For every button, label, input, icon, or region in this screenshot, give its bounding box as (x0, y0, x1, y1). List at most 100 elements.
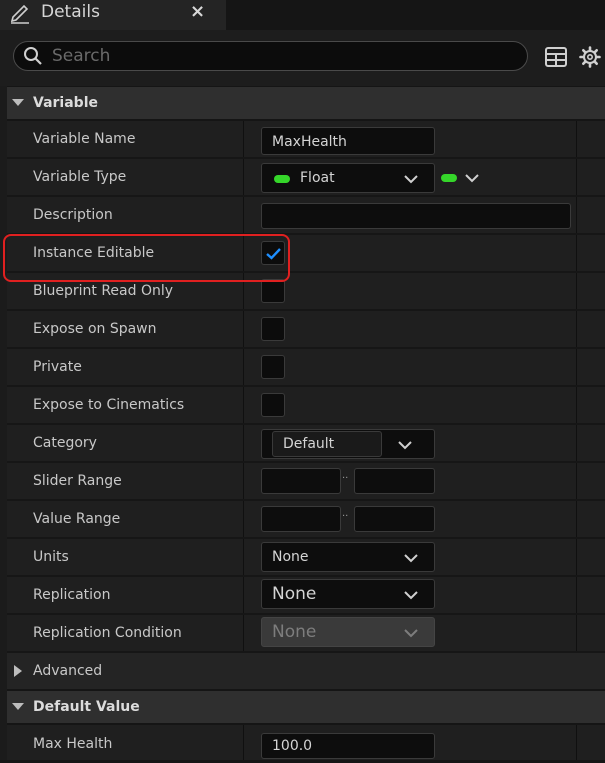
dropdown-value: None (272, 549, 309, 565)
float-pin-icon (274, 175, 290, 183)
left-strip (0, 86, 7, 760)
row-expose-to-cinematics: Expose to Cinematics (7, 387, 605, 425)
column-divider (243, 121, 244, 157)
value-range-min-input[interactable] (261, 506, 341, 532)
chevron-down-icon (465, 174, 479, 183)
chevron-down-icon (12, 99, 24, 106)
chevron-down-icon (404, 591, 418, 600)
column-divider (576, 615, 577, 651)
variable-name-input[interactable]: MaxHealth (261, 127, 435, 155)
column-divider (243, 425, 244, 461)
row-label: Replication (33, 587, 111, 603)
column-divider (576, 539, 577, 575)
section-default-value[interactable]: Default Value (7, 691, 605, 723)
column-divider (576, 235, 577, 271)
column-divider (576, 725, 577, 760)
private-checkbox[interactable] (261, 355, 285, 379)
row-expose-on-spawn: Expose on Spawn (7, 311, 605, 349)
row-private: Private (7, 349, 605, 387)
row-label: Variable Name (33, 131, 136, 147)
column-divider (243, 349, 244, 385)
column-divider (243, 615, 244, 651)
category-combo[interactable]: Default (261, 429, 435, 459)
grid-icon[interactable] (545, 47, 567, 67)
dropdown-value: Float (300, 170, 335, 186)
replication-dropdown[interactable]: None (261, 579, 435, 609)
row-description: Description (7, 197, 605, 235)
variable-type-dropdown[interactable]: Float (261, 163, 435, 193)
dropdown-value: None (272, 584, 317, 604)
row-label: Variable Type (33, 169, 127, 185)
search-input[interactable] (52, 42, 512, 70)
category-input[interactable]: Default (272, 431, 382, 457)
section-variable[interactable]: Variable (7, 87, 605, 119)
range-separator: .. (342, 508, 349, 519)
column-divider (243, 577, 244, 613)
gear-icon[interactable] (579, 46, 601, 68)
row-replication-condition: Replication Condition None (7, 615, 605, 653)
column-divider (576, 273, 577, 309)
blueprint-read-only-checkbox[interactable] (261, 279, 285, 303)
field-value: Default (283, 436, 335, 452)
dropdown-value: None (272, 622, 317, 642)
value-range-max-input[interactable] (354, 506, 435, 532)
column-divider (576, 577, 577, 613)
section-title: Default Value (33, 699, 140, 715)
details-tab[interactable]: Details × (0, 0, 226, 30)
row-max-health: Max Health 100.0 (7, 725, 605, 760)
row-label: Expose to Cinematics (33, 397, 185, 413)
expose-to-cinematics-checkbox[interactable] (261, 393, 285, 417)
section-title: Advanced (33, 663, 103, 679)
row-label: Expose on Spawn (33, 321, 157, 337)
column-divider (243, 539, 244, 575)
column-divider (576, 501, 577, 537)
column-divider (576, 121, 577, 157)
column-divider (243, 311, 244, 347)
column-divider (243, 725, 244, 760)
row-variable-name: Variable Name MaxHealth (7, 121, 605, 159)
row-replication: Replication None (7, 577, 605, 615)
row-label: Units (33, 549, 69, 565)
column-divider (243, 387, 244, 423)
max-health-input[interactable]: 100.0 (261, 733, 435, 759)
replication-condition-dropdown[interactable]: None (261, 617, 435, 647)
row-label: Private (33, 359, 82, 375)
chevron-right-icon (14, 665, 22, 677)
chevron-down-icon (404, 175, 418, 184)
row-slider-range: Slider Range .. (7, 463, 605, 501)
column-divider (576, 159, 577, 195)
annotation-highlight (3, 234, 290, 282)
slider-range-max-input[interactable] (354, 468, 435, 494)
column-divider (243, 463, 244, 499)
section-advanced[interactable]: Advanced (7, 653, 605, 689)
chevron-down-icon[interactable] (398, 440, 412, 450)
column-divider (243, 501, 244, 537)
field-value: 100.0 (272, 738, 313, 754)
expose-on-spawn-checkbox[interactable] (261, 317, 285, 341)
row-units: Units None (7, 539, 605, 577)
range-separator: .. (342, 470, 349, 481)
units-dropdown[interactable]: None (261, 542, 435, 572)
tab-title: Details (41, 2, 100, 22)
slider-range-min-input[interactable] (261, 468, 341, 494)
row-label: Description (33, 207, 113, 223)
field-value: MaxHealth (272, 134, 347, 150)
column-divider (243, 197, 244, 233)
column-divider (576, 197, 577, 233)
section-title: Variable (33, 95, 98, 111)
column-divider (576, 425, 577, 461)
row-category: Category Default (7, 425, 605, 463)
column-divider (243, 159, 244, 195)
pencil-icon (10, 4, 29, 24)
column-divider (576, 349, 577, 385)
row-label: Category (33, 435, 97, 451)
description-input[interactable] (261, 203, 571, 229)
close-icon[interactable]: × (190, 0, 205, 24)
column-divider (576, 387, 577, 423)
search-box[interactable] (13, 41, 528, 71)
float-pin-icon (441, 174, 457, 182)
row-label: Replication Condition (33, 625, 182, 641)
row-label: Max Health (33, 736, 113, 752)
column-divider (576, 463, 577, 499)
container-type-dropdown[interactable] (439, 169, 485, 187)
